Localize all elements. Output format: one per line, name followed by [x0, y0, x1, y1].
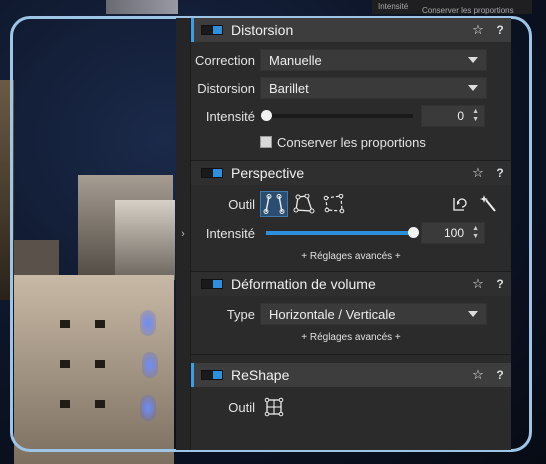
section-header-volume[interactable]: Déformation de volume ☆ ?: [191, 272, 511, 296]
perspective-intensity-label: Intensité: [205, 225, 255, 241]
perspective-title: Perspective: [231, 165, 305, 181]
help-icon[interactable]: ?: [489, 277, 511, 291]
spin-arrows-icon[interactable]: ▲ ▼: [472, 108, 479, 124]
star-icon[interactable]: ☆: [467, 367, 489, 383]
keep-proportions-label: Conserver les proportions: [277, 134, 426, 150]
distortion-type-dropdown[interactable]: Barillet: [260, 77, 487, 99]
background-intensity-text: Intensité: [378, 2, 409, 11]
correction-dropdown[interactable]: Manuelle: [260, 49, 487, 71]
distortion-intensity-spinbox[interactable]: 0 ▲ ▼: [421, 105, 485, 127]
keep-proportions-checkbox[interactable]: [260, 136, 272, 148]
perspective-intensity-spinbox[interactable]: 100 ▲ ▼: [421, 222, 485, 244]
chevron-down-icon: [468, 85, 478, 91]
perspective-auto-button[interactable]: [475, 191, 503, 217]
perspective-tool-vertical[interactable]: [260, 191, 288, 217]
distortion-toggle[interactable]: [201, 25, 223, 35]
star-icon[interactable]: ☆: [467, 165, 489, 181]
help-icon[interactable]: ?: [489, 368, 511, 382]
distortion-title: Distorsion: [231, 22, 294, 38]
star-icon[interactable]: ☆: [467, 22, 489, 38]
section-header-reshape[interactable]: ReShape ☆ ?: [191, 363, 511, 387]
distortion-type-value: Barillet: [269, 80, 309, 96]
help-icon[interactable]: ?: [489, 23, 511, 37]
rotate-frame-icon: [453, 198, 467, 211]
perspective-reset-button[interactable]: [445, 191, 473, 217]
star-icon[interactable]: ☆: [467, 276, 489, 292]
volume-advanced-link[interactable]: + Réglages avancés +: [191, 328, 511, 348]
chevron-right-icon: ›: [181, 228, 185, 240]
background-keep-text: Conserver les proportions: [422, 6, 514, 15]
reshape-tool-label: Outil: [228, 399, 255, 415]
reshape-toggle[interactable]: [201, 370, 223, 380]
volume-type-value: Horizontale / Verticale: [269, 306, 396, 322]
perspective-toggle[interactable]: [201, 168, 223, 178]
vertical-lines-tool-icon: [263, 194, 285, 214]
correction-label: Correction: [195, 52, 255, 68]
volume-title: Déformation de volume: [231, 276, 376, 292]
volume-toggle[interactable]: [201, 279, 223, 289]
background-settings-strip: Intensité Conserver les proportions: [372, 0, 532, 15]
distortion-intensity-knob[interactable]: [261, 110, 272, 121]
distortion-intensity-slider[interactable]: [261, 109, 413, 123]
volume-type-label: Type: [226, 306, 255, 322]
distortion-intensity-label: Intensité: [205, 108, 255, 124]
reshape-title: ReShape: [231, 367, 290, 383]
distortion-intensity-value: 0: [457, 109, 464, 123]
geometry-panel: Distorsion ☆ ? Correction Manuelle Disto…: [190, 18, 511, 450]
perspective-tool-label: Outil: [228, 196, 255, 212]
eight-point-tool-icon: [323, 194, 345, 214]
grid-warp-icon: [264, 397, 284, 417]
quad-tool-icon: [293, 194, 315, 214]
correction-value: Manuelle: [269, 52, 322, 68]
perspective-tool-eight-points[interactable]: [320, 191, 348, 217]
perspective-advanced-link[interactable]: + Réglages avancés +: [191, 247, 511, 267]
perspective-intensity-slider[interactable]: [266, 226, 419, 240]
perspective-intensity-fill: [266, 231, 413, 235]
section-header-distortion[interactable]: Distorsion ☆ ?: [191, 18, 511, 42]
magic-wand-icon: [480, 195, 496, 212]
perspective-tool-rectangle[interactable]: [290, 191, 318, 217]
panel-collapse-handle[interactable]: ›: [176, 18, 190, 450]
volume-type-dropdown[interactable]: Horizontale / Verticale: [260, 303, 487, 325]
perspective-intensity-knob[interactable]: [408, 227, 419, 238]
help-icon[interactable]: ?: [489, 166, 511, 180]
distortion-label: Distorsion: [197, 80, 255, 96]
section-header-perspective[interactable]: Perspective ☆ ?: [191, 161, 511, 185]
perspective-intensity-value: 100: [443, 226, 464, 240]
chevron-down-icon: [468, 57, 478, 63]
reshape-grid-tool[interactable]: [260, 394, 288, 420]
chevron-down-icon: [468, 311, 478, 317]
spin-arrows-icon[interactable]: ▲ ▼: [472, 225, 479, 241]
